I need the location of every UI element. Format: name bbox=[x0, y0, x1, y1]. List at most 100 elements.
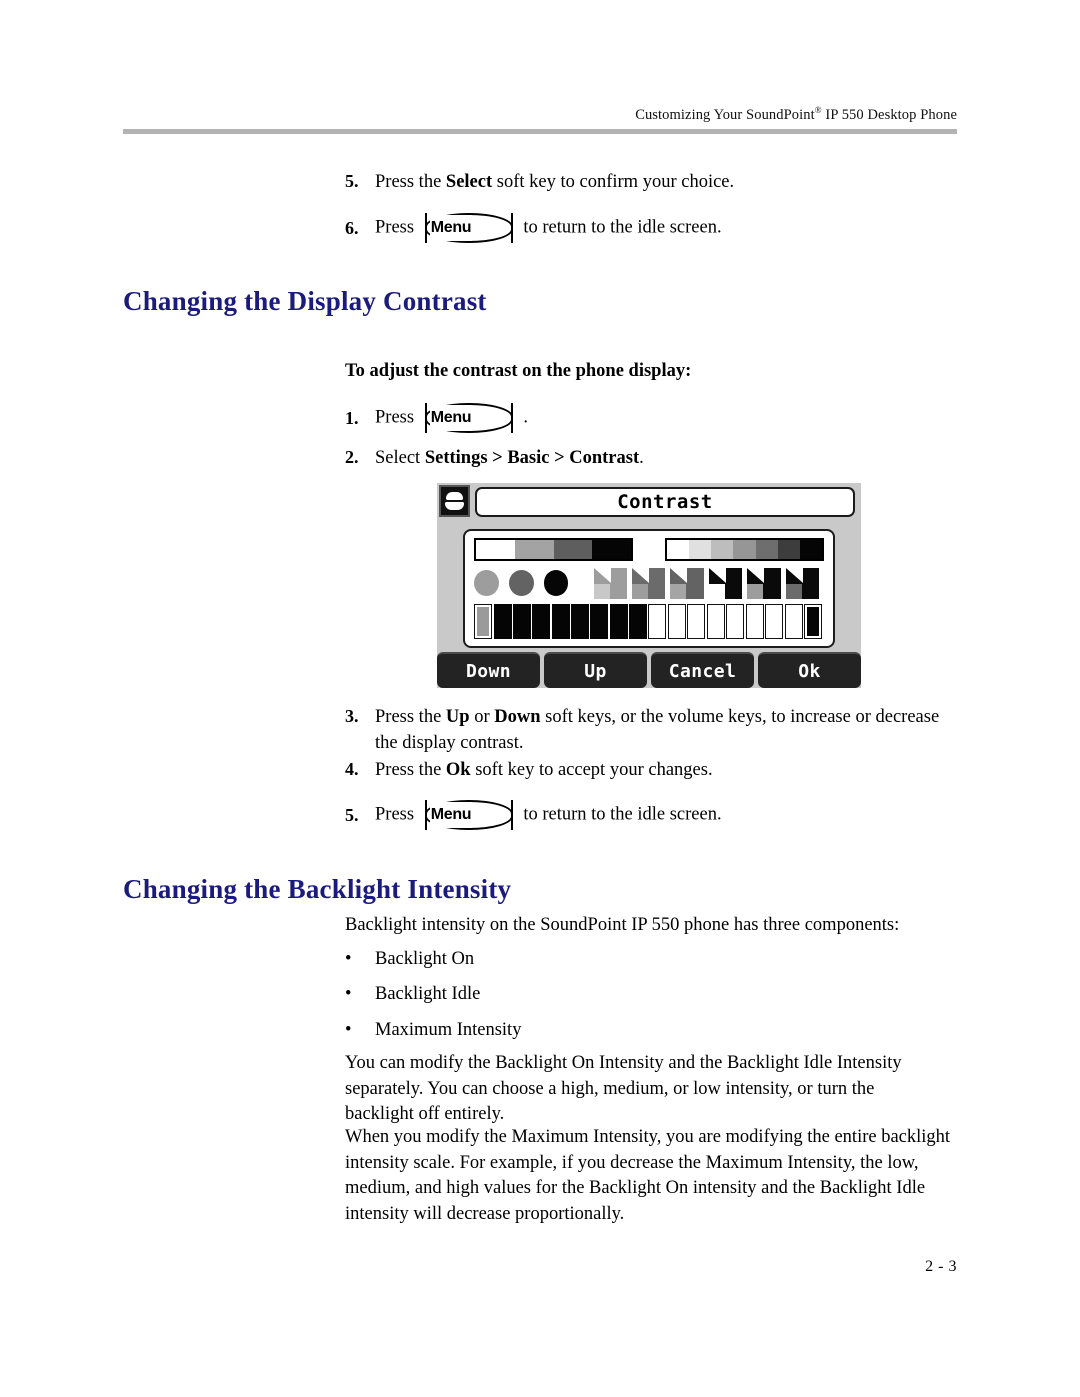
corner-notch bbox=[632, 583, 649, 599]
menu-hard-key-icon: Menu bbox=[424, 212, 513, 244]
step-text: Press Menu to return to the idle screen. bbox=[375, 212, 945, 244]
level-bar-empty bbox=[745, 604, 764, 639]
level-bar-empty bbox=[765, 604, 784, 639]
corner-notch bbox=[785, 583, 802, 599]
step-text-before: Press bbox=[375, 407, 415, 428]
level-bar-empty bbox=[687, 604, 706, 639]
page-number: 2 - 3 bbox=[925, 1258, 957, 1275]
softkey-ok[interactable]: Ok bbox=[758, 652, 861, 688]
level-bar-empty bbox=[706, 604, 725, 639]
bullet-marker: • bbox=[345, 984, 352, 1004]
softkey-down[interactable]: Down bbox=[437, 652, 540, 688]
test-corner-shape bbox=[747, 567, 781, 599]
page-heading-display-contrast: Changing the Display Contrast bbox=[123, 286, 487, 316]
softkey-label: Cancel bbox=[668, 660, 737, 682]
list-item: • Backlight On bbox=[345, 949, 845, 970]
step-text-bold: Down bbox=[494, 707, 541, 727]
level-bar-empty bbox=[648, 604, 667, 639]
step-text: Press Menu . bbox=[375, 402, 945, 434]
step-number: 5. bbox=[345, 805, 359, 825]
test-circle bbox=[508, 570, 534, 596]
running-header: Customizing Your SoundPoint® IP 550 Desk… bbox=[123, 105, 957, 124]
backlight-paragraph-2: When you modify the Maximum Intensity, y… bbox=[345, 1127, 951, 1224]
registered-mark: ® bbox=[814, 105, 822, 115]
contrast-ramps-row bbox=[474, 538, 824, 561]
step-text-before: Press the bbox=[375, 707, 446, 727]
level-bar-empty bbox=[726, 604, 745, 639]
step-text-after: . bbox=[523, 407, 528, 428]
ramp-swatch bbox=[777, 540, 800, 559]
softkey-label: Ok bbox=[798, 660, 821, 682]
menu-hard-key-icon: Menu bbox=[424, 402, 513, 434]
test-circle bbox=[543, 570, 569, 596]
page-heading-backlight-intensity: Changing the Backlight Intensity bbox=[123, 874, 512, 904]
ramp-swatch bbox=[553, 540, 593, 559]
corner-cut bbox=[708, 567, 726, 583]
step-text-bold: Select bbox=[445, 172, 493, 192]
ramp-swatch bbox=[476, 540, 515, 559]
step-text-after: to return to the idle screen. bbox=[523, 217, 722, 238]
step-text-before: Select bbox=[375, 448, 425, 468]
ramp-spacer bbox=[633, 538, 665, 561]
step-text: Press the Select soft key to confirm you… bbox=[375, 169, 945, 195]
contrast-level-bars bbox=[474, 604, 824, 639]
document-page: Customizing Your SoundPoint® IP 550 Desk… bbox=[0, 0, 1080, 1397]
contrast-shapes-row bbox=[474, 566, 824, 600]
test-corner-shape bbox=[708, 567, 743, 599]
menu-hard-key-icon: Menu bbox=[424, 799, 513, 831]
backlight-paragraph-1: You can modify the Backlight On Intensit… bbox=[345, 1053, 902, 1124]
step-text-bold: Settings > Basic > Contrast bbox=[424, 448, 640, 468]
dither-ramp bbox=[664, 538, 824, 561]
step-text-before: Press bbox=[375, 804, 415, 825]
softkey-label: Up bbox=[584, 660, 607, 682]
corner-notch bbox=[593, 583, 610, 599]
softkey-label: Down bbox=[466, 660, 511, 682]
level-bar-empty bbox=[667, 604, 686, 639]
softkey-cancel[interactable]: Cancel bbox=[651, 652, 754, 688]
grayscale-ramp bbox=[474, 538, 634, 561]
header-rule bbox=[123, 129, 957, 134]
corner-notch bbox=[670, 583, 687, 599]
step-text: Select Settings > Basic > Contrast. bbox=[375, 445, 945, 471]
menu-key-label: Menu bbox=[429, 215, 473, 241]
step-text-mid: or bbox=[469, 707, 495, 727]
step-number: 5. bbox=[345, 171, 359, 191]
ramp-swatch bbox=[666, 540, 690, 559]
menu-key-label: Menu bbox=[429, 405, 473, 431]
lcd-contrast-panel bbox=[463, 529, 835, 648]
step-item: 1. Press Menu . bbox=[345, 402, 945, 434]
softkey-up[interactable]: Up bbox=[544, 652, 647, 688]
ramp-swatch bbox=[733, 540, 756, 559]
level-bar-max bbox=[804, 604, 823, 639]
lcd-title-text: Contrast bbox=[617, 491, 713, 513]
step-text: Press the Ok soft key to accept your cha… bbox=[375, 757, 945, 783]
phone-handset-icon bbox=[439, 485, 470, 517]
step-text: Press Menu to return to the idle screen. bbox=[375, 799, 945, 831]
ramp-swatch bbox=[799, 540, 822, 559]
ramp-swatch bbox=[711, 540, 734, 559]
corner-cut bbox=[785, 567, 803, 583]
lcd-title-box: Contrast bbox=[475, 487, 855, 517]
corner-notch bbox=[708, 583, 725, 599]
test-corner-shape bbox=[632, 567, 666, 599]
menu-key-label: Menu bbox=[429, 802, 473, 828]
step-item: 3. Press the Up or Down soft keys, or th… bbox=[345, 703, 945, 756]
level-bar-filled bbox=[590, 604, 609, 639]
lcd-softkey-row: Down Up Cancel Ok bbox=[437, 652, 861, 688]
step-text-after: soft key to confirm your choice. bbox=[492, 172, 735, 192]
step-text-bold: Up bbox=[445, 707, 470, 727]
level-bar-filled bbox=[571, 604, 589, 639]
level-bar-filled bbox=[532, 604, 551, 639]
level-bar-current bbox=[474, 604, 493, 639]
test-corner-shape bbox=[670, 567, 704, 599]
corner-cut bbox=[747, 567, 765, 583]
level-bar-filled bbox=[609, 604, 628, 639]
corner-cut bbox=[670, 567, 688, 583]
step-text-bold: Ok bbox=[445, 760, 471, 780]
step-item: 5. Press Menu to return to the idle scre… bbox=[345, 799, 945, 831]
step-item: 4. Press the Ok soft key to accept your … bbox=[345, 756, 945, 783]
step-item: 6. Press Menu to return to the idle scre… bbox=[345, 212, 945, 244]
step-text-before: Press bbox=[375, 217, 415, 238]
list-item-label: Maximum Intensity bbox=[375, 1020, 522, 1040]
step-number: 6. bbox=[345, 218, 359, 238]
